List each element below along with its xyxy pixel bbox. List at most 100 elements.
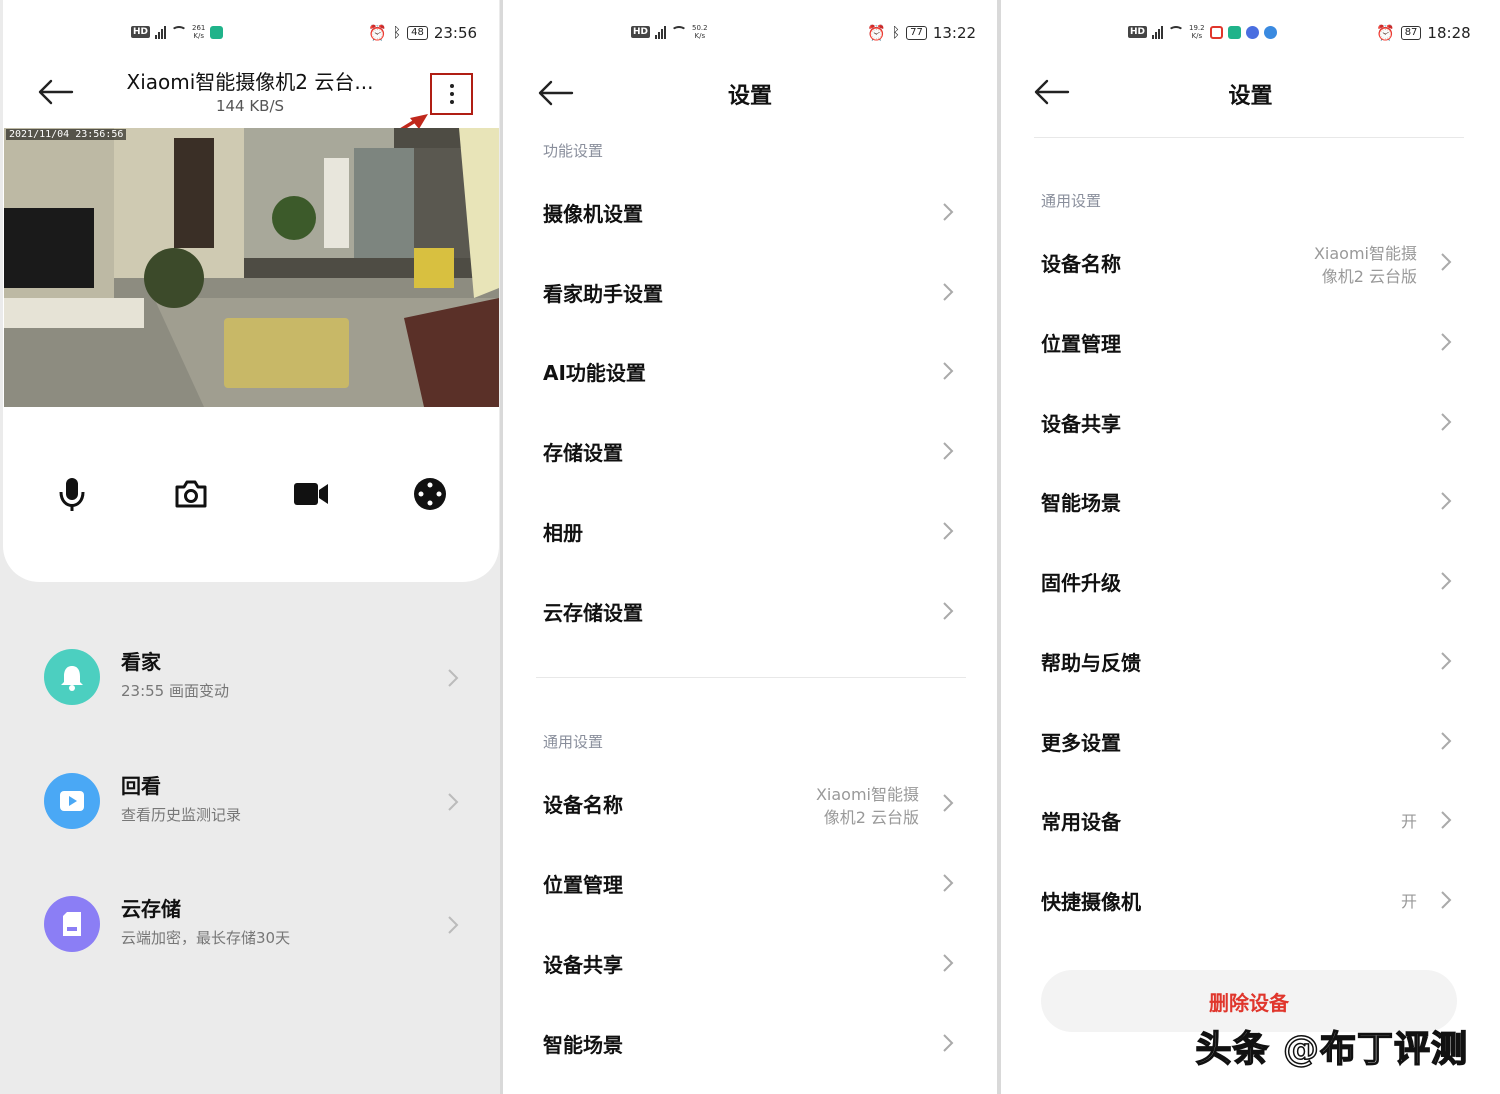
row-value: Xiaomi智能摄 像机2 云台版 — [1313, 244, 1417, 286]
battery-icon: 77 — [906, 26, 927, 40]
feature-title: 看家 — [121, 650, 161, 674]
settings-row[interactable]: 看家助手设置 — [543, 272, 963, 312]
wifi-icon — [671, 26, 688, 38]
record-button[interactable] — [291, 474, 331, 514]
row-label: 相册 — [543, 520, 583, 545]
row-label: 更多设置 — [1041, 730, 1121, 755]
feature-subtitle: 查看历史监测记录 — [121, 806, 242, 824]
app-notification-icon — [1245, 25, 1259, 39]
chevron-right-icon — [941, 361, 955, 381]
hd-icon: HD — [631, 26, 651, 38]
chevron-right-icon — [941, 521, 955, 541]
camera-icon — [175, 480, 207, 508]
back-arrow-icon[interactable] — [36, 77, 76, 107]
feature-cloud-storage[interactable]: 云存储 云端加密，最长存储30天 — [44, 891, 474, 961]
section-header-general: 通用设置 — [543, 733, 604, 751]
settings-row[interactable]: 相册 — [543, 511, 963, 551]
settings-row[interactable]: 快捷摄像机 开 — [1041, 880, 1461, 920]
settings-row-device-name[interactable]: 设备名称 Xiaomi智能摄 像机2 云台版 — [1041, 242, 1461, 286]
chevron-right-icon — [941, 953, 955, 973]
settings-row[interactable]: 摄像机设置 — [543, 192, 963, 232]
settings-row[interactable]: 固件升级 — [1041, 561, 1461, 601]
app-notification-icon — [1263, 25, 1277, 39]
section-header-functions: 功能设置 — [543, 142, 604, 160]
settings-row[interactable]: 智能场景 — [1041, 481, 1461, 521]
settings-row[interactable]: 位置管理 — [1041, 322, 1461, 362]
feature-home-watch[interactable]: 看家 23:55 画面变动 — [44, 644, 474, 714]
feature-playback[interactable]: 回看 查看历史监测记录 — [44, 768, 474, 838]
row-label: 固件升级 — [1041, 571, 1121, 596]
video-timestamp: 2021/11/04 23:56:56 — [6, 129, 127, 140]
settings-row[interactable]: AI功能设置 — [543, 351, 963, 391]
bluetooth-icon: ᛒ — [891, 25, 901, 41]
row-label: 设备共享 — [543, 953, 623, 977]
app-notification-icon — [1227, 25, 1241, 39]
chevron-right-icon — [941, 202, 955, 222]
row-label: 云存储设置 — [543, 600, 643, 625]
row-value: 开 — [1400, 812, 1417, 831]
chevron-right-icon — [1439, 890, 1453, 910]
row-value: Xiaomi智能摄 像机2 云台版 — [815, 785, 919, 827]
settings-row[interactable]: 云存储设置 — [543, 591, 963, 631]
net-speed: 261 K/s — [192, 24, 206, 40]
section-header-general: 通用设置 — [1041, 192, 1102, 210]
row-label: 设备名称 — [543, 793, 623, 817]
mic-icon — [59, 478, 85, 511]
chevron-right-icon — [1439, 571, 1453, 591]
chevron-right-icon — [1439, 651, 1453, 671]
bluetooth-icon: ᛒ — [392, 25, 402, 41]
screenshot-button[interactable] — [171, 474, 211, 514]
chevron-right-icon — [941, 873, 955, 893]
status-bar: HD 261 K/s ⏰ ᛒ 48 23:56 — [0, 24, 500, 52]
row-value: 开 — [1400, 892, 1417, 911]
chevron-right-icon — [941, 601, 955, 621]
row-label: 看家助手设置 — [543, 281, 663, 306]
settings-row[interactable]: 帮助与反馈 — [1041, 641, 1461, 681]
ptz-control-button[interactable] — [410, 474, 450, 514]
row-label: 快捷摄像机 — [1041, 890, 1141, 914]
camera-live-screen: HD 261 K/s ⏰ ᛒ 48 23:56 Xiaomi智能摄像机2 云台..… — [0, 0, 500, 1094]
sdcard-icon — [44, 896, 100, 952]
more-options-button[interactable] — [430, 73, 473, 115]
mic-button[interactable] — [52, 474, 92, 514]
net-speed: 50.2 K/s — [692, 24, 708, 40]
settings-row[interactable]: 设备共享 — [1041, 402, 1461, 442]
chevron-right-icon — [446, 792, 460, 812]
settings-row[interactable]: 更多设置 — [1041, 721, 1461, 761]
feature-subtitle: 23:55 画面变动 — [121, 682, 229, 700]
status-bar: HD 19.2 K/s ⏰ 87 18:28 — [1001, 24, 1500, 52]
divider — [1034, 137, 1464, 138]
chevron-right-icon — [941, 1033, 955, 1053]
alarm-icon: ⏰ — [867, 24, 886, 42]
net-speed: 19.2 K/s — [1189, 24, 1205, 40]
page-title: Xiaomi智能摄像机2 云台... — [126, 70, 374, 94]
chevron-right-icon — [941, 793, 955, 813]
settings-row-device-name[interactable]: 设备名称 Xiaomi智能摄 像机2 云台版 — [543, 783, 963, 827]
feature-subtitle: 云端加密，最长存储30天 — [121, 929, 291, 947]
page-title: 设置 — [727, 84, 772, 109]
row-label: 设备名称 — [1041, 252, 1121, 276]
app-notification-icon — [210, 25, 224, 39]
settings-screen-general: HD 19.2 K/s ⏰ 87 18:28 设置 通用设置 设备名称 Xiaom… — [1001, 0, 1500, 1094]
wifi-icon — [171, 26, 188, 38]
settings-row[interactable]: 设备共享 — [543, 943, 963, 983]
clock: 13:22 — [932, 24, 977, 42]
video-record-icon — [294, 483, 328, 505]
feature-title: 云存储 — [121, 897, 181, 921]
chevron-right-icon — [1439, 332, 1453, 352]
signal-icon — [155, 25, 167, 39]
live-video-feed[interactable]: 2021/11/04 23:56:56 — [4, 128, 499, 407]
settings-row[interactable]: 存储设置 — [543, 431, 963, 471]
row-label: 智能场景 — [543, 1033, 623, 1057]
settings-row[interactable]: 位置管理 — [543, 863, 963, 903]
chevron-right-icon — [446, 668, 460, 688]
wifi-icon — [1168, 26, 1185, 38]
status-bar: HD 50.2 K/s ⏰ ᛒ 77 13:22 — [503, 24, 997, 52]
settings-row[interactable]: 常用设备 开 — [1041, 800, 1461, 840]
chevron-right-icon — [1439, 412, 1453, 432]
row-label: 帮助与反馈 — [1041, 650, 1141, 675]
row-label: 设备共享 — [1041, 411, 1121, 436]
row-label: AI功能设置 — [543, 361, 646, 386]
settings-row[interactable]: 智能场景 — [543, 1023, 963, 1063]
divider — [536, 677, 966, 678]
